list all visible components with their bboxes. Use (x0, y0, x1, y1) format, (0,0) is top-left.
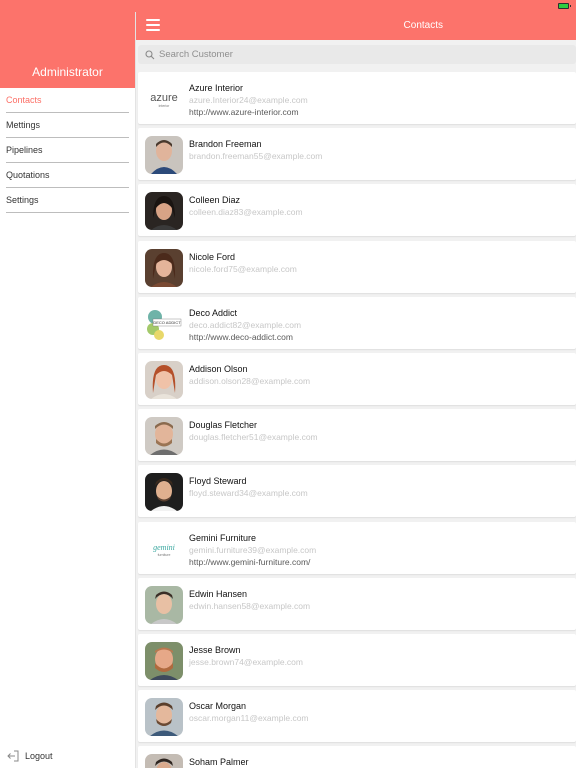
contact-card[interactable]: Douglas Fletcher douglas.fletcher51@exam… (138, 409, 576, 462)
contact-website[interactable]: http://www.deco-addict.com (189, 331, 301, 343)
contact-card[interactable]: Brandon Freeman brandon.freeman55@exampl… (138, 128, 576, 181)
sidebar-menu: Contacts Mettings Pipelines Quotations S… (0, 88, 135, 213)
contact-email: nicole.ford75@example.com (189, 263, 297, 274)
contact-card[interactable]: Nicole Ford nicole.ford75@example.com (138, 240, 576, 293)
sidebar: Administrator Contacts Mettings Pipeline… (0, 0, 136, 768)
sidebar-item-label: Contacts (6, 95, 42, 105)
sidebar-item-label: Quotations (6, 170, 50, 180)
contact-name: Gemini Furniture (189, 532, 257, 543)
contact-email: azure.Interior24@example.com (189, 95, 308, 105)
contact-card[interactable]: Jesse Brown jesse.brown74@example.com (138, 633, 576, 686)
avatar (145, 585, 183, 624)
logout-button[interactable]: Logout (7, 750, 53, 762)
avatar (145, 192, 183, 231)
avatar (145, 360, 183, 399)
avatar (145, 136, 183, 175)
sidebar-item-label: Pipelines (6, 145, 43, 155)
contact-email: edwin.hansen58@example.com (189, 600, 311, 611)
contact-email: douglas.fletcher51@example.com (189, 432, 318, 443)
contact-card[interactable]: azure interior Azure Interior azure.Inte… (138, 72, 576, 124)
logout-icon (7, 750, 19, 762)
battery-icon (558, 3, 571, 9)
contact-email: deco.addict82@example.com (189, 319, 302, 330)
avatar (145, 248, 183, 287)
gemini-logo-sub: furniture (158, 553, 171, 557)
contact-email: floyd.steward34@example.com (189, 488, 308, 499)
contact-name: Deco Addict (189, 307, 238, 318)
contact-name: Azure Interior (189, 83, 244, 93)
avatar (145, 417, 183, 456)
top-bar: Contacts (136, 12, 576, 40)
contact-name: Douglas Fletcher (189, 420, 258, 431)
contact-website[interactable]: http://www.gemini-furniture.com/ (189, 556, 316, 568)
contact-card[interactable]: Soham Palmer (138, 746, 576, 768)
contact-name: Brandon Freeman (189, 139, 262, 150)
deco-logo-word: DECO ADDICT (153, 320, 181, 325)
contact-email: oscar.morgan11@example.com (189, 713, 309, 724)
contact-card[interactable]: Floyd Steward floyd.steward34@example.co… (138, 465, 576, 518)
sidebar-item-quotations[interactable]: Quotations (6, 163, 129, 188)
sidebar-title: Administrator (32, 65, 103, 79)
contact-name: Jesse Brown (189, 644, 241, 655)
sidebar-item-label: Settings (6, 195, 39, 205)
contact-name: Nicole Ford (189, 251, 236, 262)
contact-name: Addison Olson (189, 363, 248, 374)
contact-card[interactable]: gemini furniture Gemini Furniture gemini.… (138, 521, 576, 574)
contact-name: Soham Palmer (189, 757, 249, 768)
deco-addict-logo: DECO ADDICT (145, 304, 183, 343)
search-bar (138, 45, 576, 64)
contact-card[interactable]: Edwin Hansen edwin.hansen58@example.com (138, 577, 576, 630)
contact-card[interactable]: Colleen Diaz colleen.diaz83@example.com (138, 184, 576, 237)
search-input[interactable] (159, 49, 559, 60)
gemini-logo: gemini furniture (145, 529, 183, 568)
sidebar-item-label: Mettings (6, 120, 41, 130)
sidebar-item-mettings[interactable]: Mettings (6, 113, 129, 138)
avatar (145, 698, 183, 737)
contact-card[interactable]: DECO ADDICT Deco Addict deco.addict82@ex… (138, 296, 576, 349)
contact-email: colleen.diaz83@example.com (189, 207, 303, 218)
contact-website[interactable]: http://www.azure-interior.com (189, 106, 308, 118)
avatar (145, 754, 183, 768)
azure-logo: azure interior (145, 80, 183, 118)
sidebar-header: Administrator (0, 0, 135, 88)
contact-name: Colleen Diaz (189, 195, 241, 206)
contact-name: Edwin Hansen (189, 588, 248, 599)
gemini-logo-word: gemini (153, 543, 175, 552)
contact-email: jesse.brown74@example.com (189, 656, 303, 667)
page-title: Contacts (403, 20, 443, 31)
logout-label: Logout (25, 751, 53, 761)
search-icon (145, 49, 155, 59)
azure-logo-word: azure (150, 92, 178, 104)
contact-name: Floyd Steward (189, 476, 247, 487)
azure-logo-sub: interior (159, 104, 171, 108)
contact-list: azure interior Azure Interior azure.Inte… (138, 72, 576, 768)
sidebar-item-pipelines[interactable]: Pipelines (6, 138, 129, 163)
sidebar-item-settings[interactable]: Settings (6, 188, 129, 213)
contact-email: addison.olson28@example.com (189, 375, 311, 386)
contact-name: Oscar Morgan (189, 701, 247, 712)
avatar (145, 641, 183, 680)
contact-email: gemini.furniture39@example.com (189, 544, 317, 555)
avatar (145, 473, 183, 512)
contact-card[interactable]: Oscar Morgan oscar.morgan11@example.com (138, 690, 576, 743)
sidebar-item-contacts[interactable]: Contacts (6, 88, 129, 113)
main-panel: Contacts azure interior Azure Interior a… (136, 0, 576, 768)
contact-email: brandon.freeman55@example.com (189, 151, 323, 162)
status-bar (0, 0, 576, 12)
contact-card[interactable]: Addison Olson addison.olson28@example.co… (138, 352, 576, 405)
